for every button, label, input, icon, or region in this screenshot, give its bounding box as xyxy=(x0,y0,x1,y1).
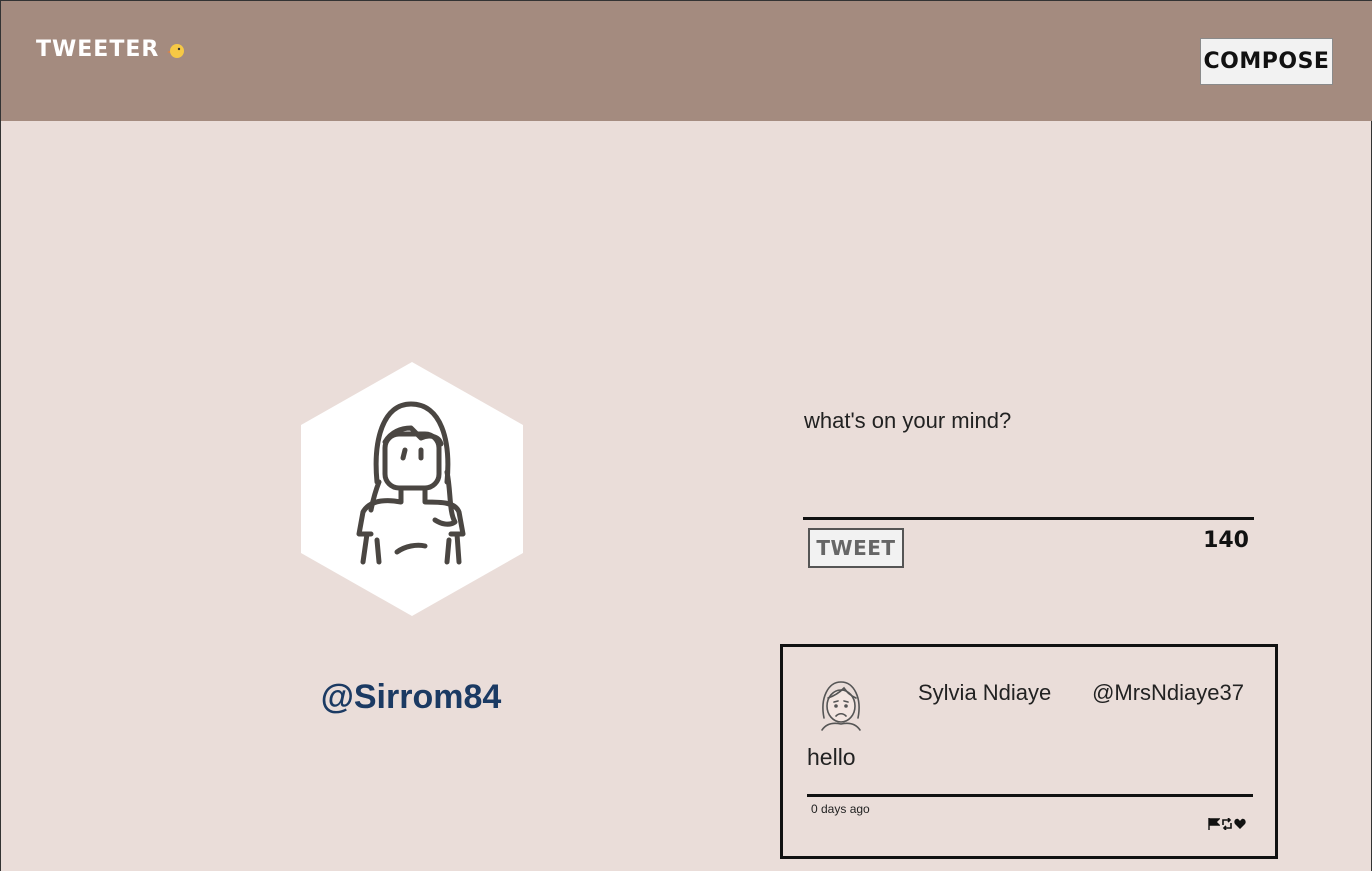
flag-icon[interactable] xyxy=(1208,815,1221,830)
tweet-content: hello xyxy=(807,744,856,770)
brand-title: TWEETER xyxy=(36,37,160,62)
tweet-input[interactable] xyxy=(803,400,1254,520)
tweet-author-handle: @MrsNdiaye37 xyxy=(1092,680,1244,705)
char-counter: 140 xyxy=(1203,528,1249,553)
woman-avatar-icon xyxy=(301,362,523,616)
tweet-author-name: Sylvia Ndiaye xyxy=(918,680,1052,705)
tweet-composer: TWEET 140 xyxy=(803,400,1254,568)
top-nav: TWEETER COMPOSE xyxy=(1,0,1372,121)
tweet-button[interactable]: TWEET xyxy=(808,528,904,568)
brand[interactable]: TWEETER xyxy=(36,37,185,62)
heart-icon[interactable] xyxy=(1234,815,1246,829)
tweet-timestamp: 0 days ago xyxy=(811,802,870,816)
chick-icon xyxy=(167,41,185,59)
frowning-woman-avatar-icon xyxy=(816,678,866,732)
tweet-actions xyxy=(1208,815,1246,831)
tweet-card: Sylvia Ndiaye @MrsNdiaye37 hello 0 days … xyxy=(780,644,1278,859)
retweet-icon[interactable] xyxy=(1221,815,1233,831)
compose-button[interactable]: COMPOSE xyxy=(1200,38,1333,85)
profile-avatar xyxy=(301,362,523,616)
tweet-divider xyxy=(807,794,1253,797)
profile-handle: @Sirrom84 xyxy=(320,678,502,716)
